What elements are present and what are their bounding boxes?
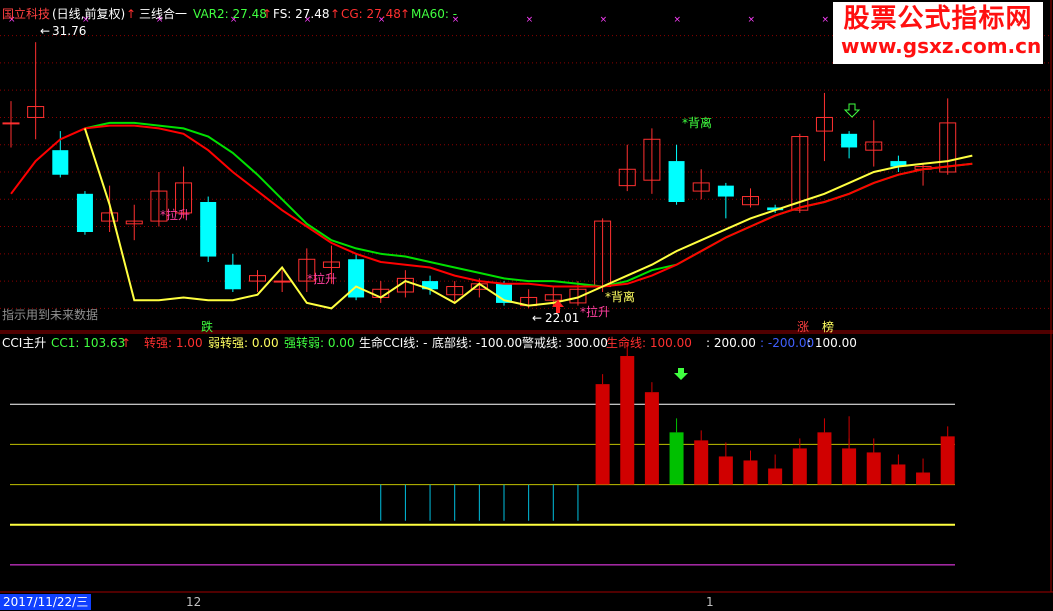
cci-bar-positive — [916, 472, 931, 485]
cci-bar-green — [669, 432, 684, 485]
cci-bar-positive — [842, 448, 857, 485]
indicator-title[interactable]: CCI主升 — [2, 336, 46, 350]
candle-body-down — [841, 133, 858, 148]
qiangzhuanruo-value: 强转弱: 0.00 — [284, 336, 355, 350]
cci-bar-positive — [940, 436, 955, 485]
high-price-label: 31.76 — [52, 24, 87, 38]
axis-tick-1: 1 — [706, 595, 714, 609]
zhuanqiang-value: 转强: 1.00 — [144, 336, 203, 350]
sell-arrow-icon — [843, 103, 861, 118]
zhang-marker: 涨 — [797, 320, 810, 334]
cci-bar-positive — [817, 432, 832, 485]
cci-bar-positive — [620, 356, 635, 485]
up-arrow-icon: ↑ — [330, 7, 341, 21]
cci-bar-positive — [866, 452, 881, 485]
period-label: (日线,前复权) — [52, 7, 126, 21]
beili-label: *背离 — [682, 116, 713, 130]
cci-bar-positive — [718, 456, 733, 485]
jingjie-value: 警戒线: 300.00 — [522, 336, 608, 350]
cci-bar-positive — [595, 384, 610, 485]
stock-name[interactable]: 国立科技 — [2, 7, 50, 21]
cci-bar-positive — [694, 440, 709, 485]
beili-label: *背离 — [605, 290, 636, 304]
date-cursor-label: 2017/11/22/三 — [0, 594, 92, 610]
cci-bar-positive — [743, 460, 758, 485]
candle-body-up — [2, 122, 20, 125]
lashen-label: *拉升 — [580, 305, 611, 319]
ruozhuanqiang-value: 弱转强: 0.00 — [208, 336, 279, 350]
ref-100-value: : 100.00 — [807, 336, 857, 350]
fs-value: FS: 27.48 — [273, 7, 330, 21]
cci-bar-positive — [792, 448, 807, 485]
ma60-value: MA60: - — [411, 7, 458, 21]
candle-body-down — [224, 264, 241, 290]
low-arrow-icon: ← — [532, 311, 543, 325]
shengming-cci-value: 生命CCI线: - — [359, 336, 428, 350]
top-x-marker: × — [821, 15, 829, 25]
lashen-label: *拉升 — [160, 208, 191, 222]
up-arrow-icon: ↑ — [262, 7, 273, 21]
var2-value: VAR2: 27.48 — [193, 7, 267, 21]
top-x-marker: × — [748, 15, 756, 25]
watermark-title: 股票公式指标网 — [843, 4, 1033, 34]
low-price-label: 22.01 — [545, 311, 580, 325]
cci-bar-positive — [768, 468, 783, 485]
up-arrow-icon: ↑ — [121, 336, 132, 350]
candle-body-down — [717, 185, 734, 197]
lashen-label: *拉升 — [307, 272, 338, 286]
top-x-marker: × — [674, 15, 682, 25]
axis-tick-12: 12 — [186, 595, 202, 609]
top-x-marker: × — [600, 15, 608, 25]
bang-marker: 榜 — [822, 320, 835, 334]
candle-body-down — [76, 193, 93, 232]
high-arrow-icon: ← — [40, 24, 51, 38]
ref-200-value: : 200.00 — [706, 336, 756, 350]
indicator-name[interactable]: 三线合一 — [139, 7, 187, 21]
cci-bar-positive — [891, 464, 906, 485]
green-down-arrow-icon — [674, 368, 688, 380]
up-arrow-icon: ↑ — [400, 7, 411, 21]
candle-body-down — [200, 202, 217, 257]
dibu-value: 底部线: -100.00 — [432, 336, 523, 350]
watermark-url: www.gsxz.com.cn — [841, 34, 1042, 58]
ma-green-line — [84, 121, 973, 288]
ma-red-line — [10, 124, 973, 288]
cci-bar-positive — [644, 392, 659, 485]
die-marker: 跌 — [201, 320, 214, 334]
candle-body-up — [273, 280, 291, 283]
cc1-value: CC1: 103.63 — [51, 336, 126, 350]
candle-body-down — [52, 150, 69, 175]
watermark-logo: 股票公式指标网 www.gsxz.com.cn — [833, 2, 1043, 64]
shengmingxian-value: 生命线: 100.00 — [606, 336, 692, 350]
cg-value: CG: 27.48 — [341, 7, 401, 21]
top-x-marker: × — [526, 15, 534, 25]
future-data-note: 指示用到未来数据 — [2, 308, 99, 322]
chart-canvas[interactable]: ×××××××××××××× — [0, 0, 1053, 611]
candle-body-down — [668, 161, 685, 202]
up-arrow-icon: ↑ — [126, 7, 137, 21]
